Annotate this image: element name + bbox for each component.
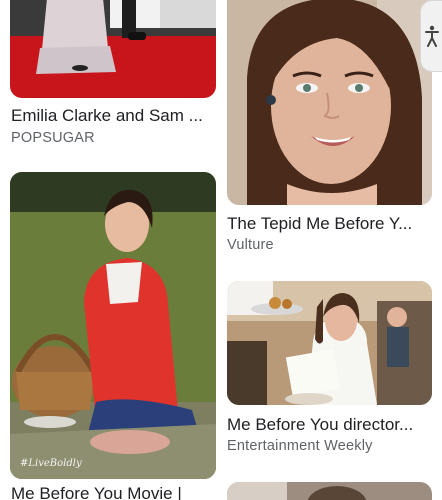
result-card-2[interactable]: The Tepid Me Before Y... Vulture xyxy=(227,0,432,260)
red-carpet-photo xyxy=(10,0,216,98)
result-card-3[interactable]: #LiveBoldly Me Before You Movie | xyxy=(10,172,216,500)
result-title-3[interactable]: Me Before You Movie | xyxy=(11,484,216,500)
result-card-1[interactable]: Emilia Clarke and Sam ... POPSUGAR xyxy=(10,0,216,150)
portrait-photo xyxy=(227,0,432,205)
accessibility-button[interactable] xyxy=(420,0,442,72)
result-thumbnail-3[interactable]: #LiveBoldly xyxy=(10,172,216,479)
result-title-2[interactable]: The Tepid Me Before Y... xyxy=(227,214,432,234)
result-card-4[interactable]: Me Before You director... Entertainment … xyxy=(227,281,432,461)
result-title-4[interactable]: Me Before You director... xyxy=(227,415,432,435)
picnic-photo xyxy=(10,172,216,479)
result-source-2: Vulture xyxy=(227,237,274,253)
result-thumbnail-4[interactable] xyxy=(227,281,432,405)
cropped-photo xyxy=(227,482,432,500)
accessibility-person-icon xyxy=(424,25,439,47)
result-source-1: POPSUGAR xyxy=(11,130,95,146)
result-source-4: Entertainment Weekly xyxy=(227,438,373,454)
restaurant-photo xyxy=(227,281,432,405)
watermark-text: #LiveBoldly xyxy=(20,458,82,469)
result-thumbnail-5[interactable] xyxy=(227,482,432,500)
result-thumbnail-1[interactable] xyxy=(10,0,216,98)
result-card-5[interactable] xyxy=(227,482,432,500)
result-title-1[interactable]: Emilia Clarke and Sam ... xyxy=(11,106,216,126)
result-thumbnail-2[interactable] xyxy=(227,0,432,205)
